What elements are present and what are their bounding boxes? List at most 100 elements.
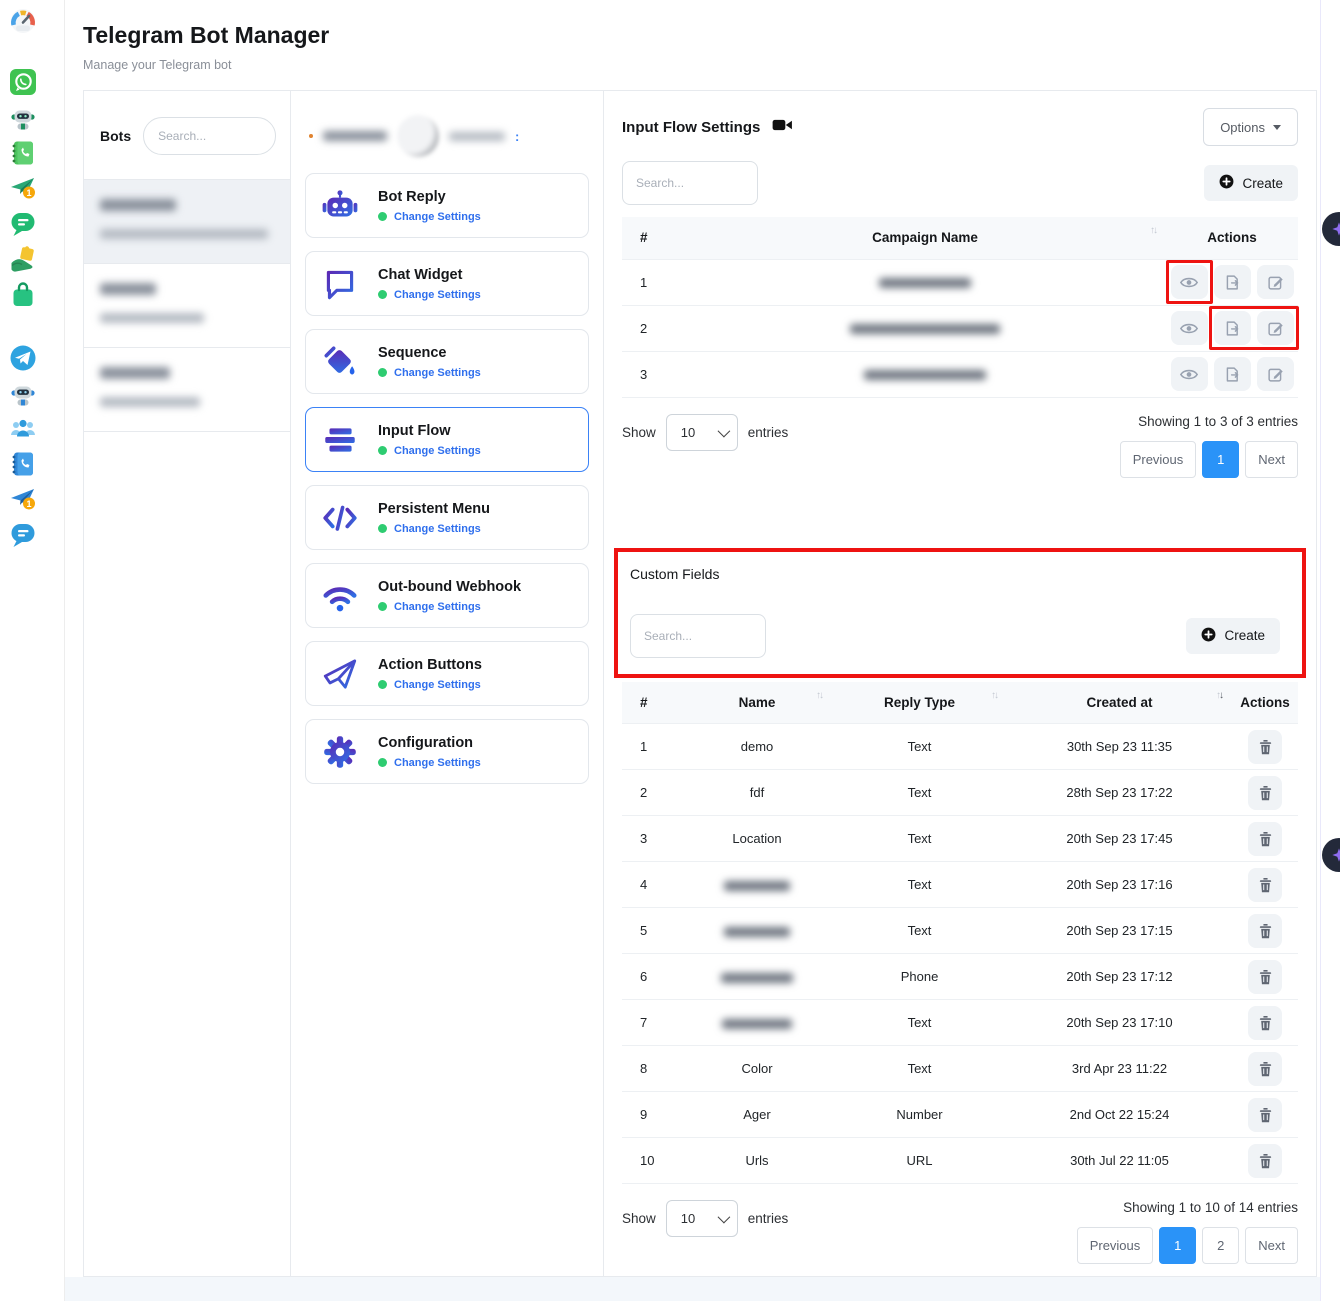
export-button[interactable]	[1214, 357, 1251, 391]
field-name: Ager	[682, 1092, 832, 1138]
col-header-num[interactable]: #	[622, 682, 682, 724]
settings-card-chat-widget[interactable]: Chat Widget Change Settings	[305, 251, 589, 316]
integration-puzzle-icon[interactable]	[9, 245, 37, 273]
bot-list-item[interactable]	[84, 264, 290, 348]
settings-card-persistent-menu[interactable]: Persistent Menu Change Settings	[305, 485, 589, 550]
field-name-blurred	[682, 954, 832, 1000]
status-dot	[378, 524, 387, 533]
field-name: Urls	[682, 1138, 832, 1184]
delete-button[interactable]	[1248, 914, 1282, 948]
settings-card-sequence[interactable]: Sequence Change Settings	[305, 329, 589, 394]
change-settings-link[interactable]: Change Settings	[394, 445, 481, 457]
status-dot	[378, 212, 387, 221]
delete-button[interactable]	[1248, 1052, 1282, 1086]
export-button[interactable]	[1214, 311, 1251, 345]
next-page-button[interactable]: Next	[1245, 441, 1298, 478]
delete-button[interactable]	[1248, 1144, 1282, 1178]
page-size-select[interactable]: 10	[666, 1200, 738, 1237]
pagination: Previous 1 2 Next	[1077, 1227, 1298, 1264]
previous-page-button[interactable]: Previous	[1120, 441, 1197, 478]
field-name-blurred	[682, 1000, 832, 1046]
change-settings-link[interactable]: Change Settings	[394, 523, 481, 535]
delete-button[interactable]	[1248, 1098, 1282, 1132]
created-at: 20th Sep 23 17:10	[1007, 1000, 1232, 1046]
col-header-reply-type[interactable]: Reply Type↑↓	[832, 682, 1007, 724]
page-title: Telegram Bot Manager	[83, 22, 329, 49]
table-row: 9 Ager Number 2nd Oct 22 15:24	[622, 1092, 1298, 1138]
trash-icon	[1258, 877, 1273, 893]
scrollbar-track[interactable]	[1320, 0, 1340, 1301]
page-size-select[interactable]: 10	[666, 414, 738, 451]
reply-type: Number	[832, 1092, 1007, 1138]
settings-card-input-flow[interactable]: Input Flow Change Settings	[305, 407, 589, 472]
chat-bubble-green-icon[interactable]	[9, 210, 37, 238]
edit-button[interactable]	[1257, 357, 1294, 391]
view-button[interactable]	[1171, 311, 1208, 345]
change-settings-link[interactable]: Change Settings	[394, 601, 481, 613]
contacts-book-blue-icon[interactable]	[9, 450, 37, 478]
status-dot	[378, 446, 387, 455]
page-1-button[interactable]: 1	[1202, 441, 1239, 478]
delete-button[interactable]	[1248, 776, 1282, 810]
change-settings-link[interactable]: Change Settings	[394, 367, 481, 379]
entries-label: entries	[748, 425, 789, 440]
campaign-plane-green-icon[interactable]: 1	[9, 174, 37, 202]
page-2-button[interactable]: 2	[1202, 1227, 1239, 1264]
edit-button[interactable]	[1257, 265, 1294, 299]
settings-card-action-buttons[interactable]: Action Buttons Change Settings	[305, 641, 589, 706]
chat-bubble-blue-icon[interactable]	[9, 521, 37, 549]
settings-card-outbound-webhook[interactable]: Out-bound Webhook Change Settings	[305, 563, 589, 628]
bot-list-item[interactable]	[84, 348, 290, 432]
dashboard-gauge-icon[interactable]	[9, 8, 37, 36]
robot-blue-icon[interactable]	[9, 380, 37, 408]
col-header-num[interactable]: #	[622, 217, 684, 259]
view-button[interactable]	[1171, 357, 1208, 391]
input-flow-icon	[320, 420, 360, 460]
created-at: 20th Sep 23 17:45	[1007, 816, 1232, 862]
settings-card-bot-reply[interactable]: Bot Reply Change Settings	[305, 173, 589, 238]
team-icon[interactable]	[9, 415, 37, 443]
delete-button[interactable]	[1248, 822, 1282, 856]
previous-page-button[interactable]: Previous	[1077, 1227, 1154, 1264]
plus-circle-icon	[1201, 627, 1216, 645]
input-flow-create-button[interactable]: Create	[1204, 165, 1298, 201]
change-settings-link[interactable]: Change Settings	[394, 679, 481, 691]
reply-type: Text	[832, 816, 1007, 862]
custom-fields-search-input[interactable]	[630, 614, 766, 658]
col-header-campaign-name[interactable]: Campaign Name↑↓	[684, 217, 1166, 259]
edit-button[interactable]	[1257, 311, 1294, 345]
trash-icon	[1258, 785, 1273, 801]
table-row: 1	[622, 259, 1298, 305]
next-page-button[interactable]: Next	[1245, 1227, 1298, 1264]
video-camera-icon[interactable]	[772, 117, 793, 137]
settings-card-configuration[interactable]: Configuration Change Settings	[305, 719, 589, 784]
page-subtitle: Manage your Telegram bot	[83, 58, 231, 72]
delete-button[interactable]	[1248, 960, 1282, 994]
campaign-plane-blue-icon[interactable]: 1	[9, 485, 37, 513]
card-title: Action Buttons	[378, 657, 482, 673]
delete-button[interactable]	[1248, 1006, 1282, 1040]
options-button[interactable]: Options	[1203, 108, 1298, 146]
delete-button[interactable]	[1248, 868, 1282, 902]
change-settings-link[interactable]: Change Settings	[394, 757, 481, 769]
trash-icon	[1258, 969, 1273, 985]
whatsapp-icon[interactable]	[9, 68, 37, 96]
export-button[interactable]	[1214, 265, 1251, 299]
view-button[interactable]	[1171, 265, 1208, 299]
custom-fields-create-button[interactable]: Create	[1186, 618, 1280, 654]
shop-bag-icon[interactable]	[9, 281, 37, 309]
col-header-created-at[interactable]: Created at↑↓	[1007, 682, 1232, 724]
telegram-icon[interactable]	[9, 344, 37, 372]
bots-search-input[interactable]	[143, 117, 276, 155]
page-1-button[interactable]: 1	[1159, 1227, 1196, 1264]
contacts-book-green-icon[interactable]	[9, 139, 37, 167]
change-settings-link[interactable]: Change Settings	[394, 289, 481, 301]
delete-button[interactable]	[1248, 730, 1282, 764]
robot-green-icon[interactable]	[9, 104, 37, 132]
bot-list-item[interactable]	[84, 180, 290, 264]
change-settings-link[interactable]: Change Settings	[394, 211, 481, 223]
col-header-name[interactable]: Name↑↓	[682, 682, 832, 724]
eye-icon	[1179, 367, 1199, 382]
input-flow-search-input[interactable]	[622, 161, 758, 205]
card-title: Bot Reply	[378, 189, 481, 205]
